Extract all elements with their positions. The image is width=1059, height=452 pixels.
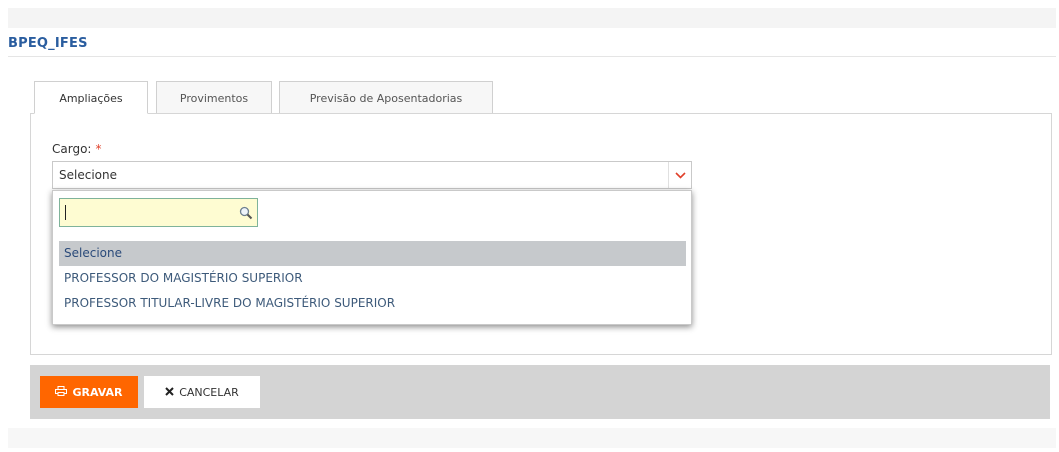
required-marker: * — [95, 142, 102, 156]
cargo-dropdown: Selecione PROFESSOR DO MAGISTÉRIO SUPERI… — [52, 190, 692, 325]
option-selecione[interactable]: Selecione — [59, 241, 686, 266]
cargo-select-value: Selecione — [59, 168, 117, 182]
option-professor-magisterio-superior[interactable]: PROFESSOR DO MAGISTÉRIO SUPERIOR — [59, 266, 686, 291]
option-professor-titular-livre[interactable]: PROFESSOR TITULAR-LIVRE DO MAGISTÉRIO SU… — [59, 291, 686, 316]
save-button[interactable]: GRAVAR — [40, 376, 138, 408]
save-button-label: GRAVAR — [72, 385, 123, 399]
cargo-label: Cargo: * — [52, 142, 101, 156]
cancel-button[interactable]: CANCELAR — [144, 376, 260, 408]
chevron-down-icon[interactable] — [668, 162, 691, 188]
tab-ampliacoes[interactable]: Ampliações — [34, 81, 148, 114]
search-icon — [239, 205, 253, 224]
cancel-button-label: CANCELAR — [179, 385, 239, 399]
printer-icon — [55, 385, 68, 399]
dropdown-search-input[interactable] — [59, 198, 258, 227]
bottom-bar — [8, 428, 1056, 448]
cargo-label-text: Cargo: — [52, 142, 92, 156]
cargo-select[interactable]: Selecione — [52, 161, 692, 189]
top-bar — [8, 8, 1056, 28]
tab-previsao-aposentadorias[interactable]: Previsão de Aposentadorias — [279, 81, 493, 114]
title-divider — [8, 56, 1056, 57]
tab-provimentos[interactable]: Provimentos — [156, 81, 272, 114]
dropdown-options: Selecione PROFESSOR DO MAGISTÉRIO SUPERI… — [59, 241, 686, 316]
page-title: BPEQ_IFES — [8, 36, 88, 51]
close-icon — [165, 386, 174, 399]
text-caret — [65, 205, 66, 220]
